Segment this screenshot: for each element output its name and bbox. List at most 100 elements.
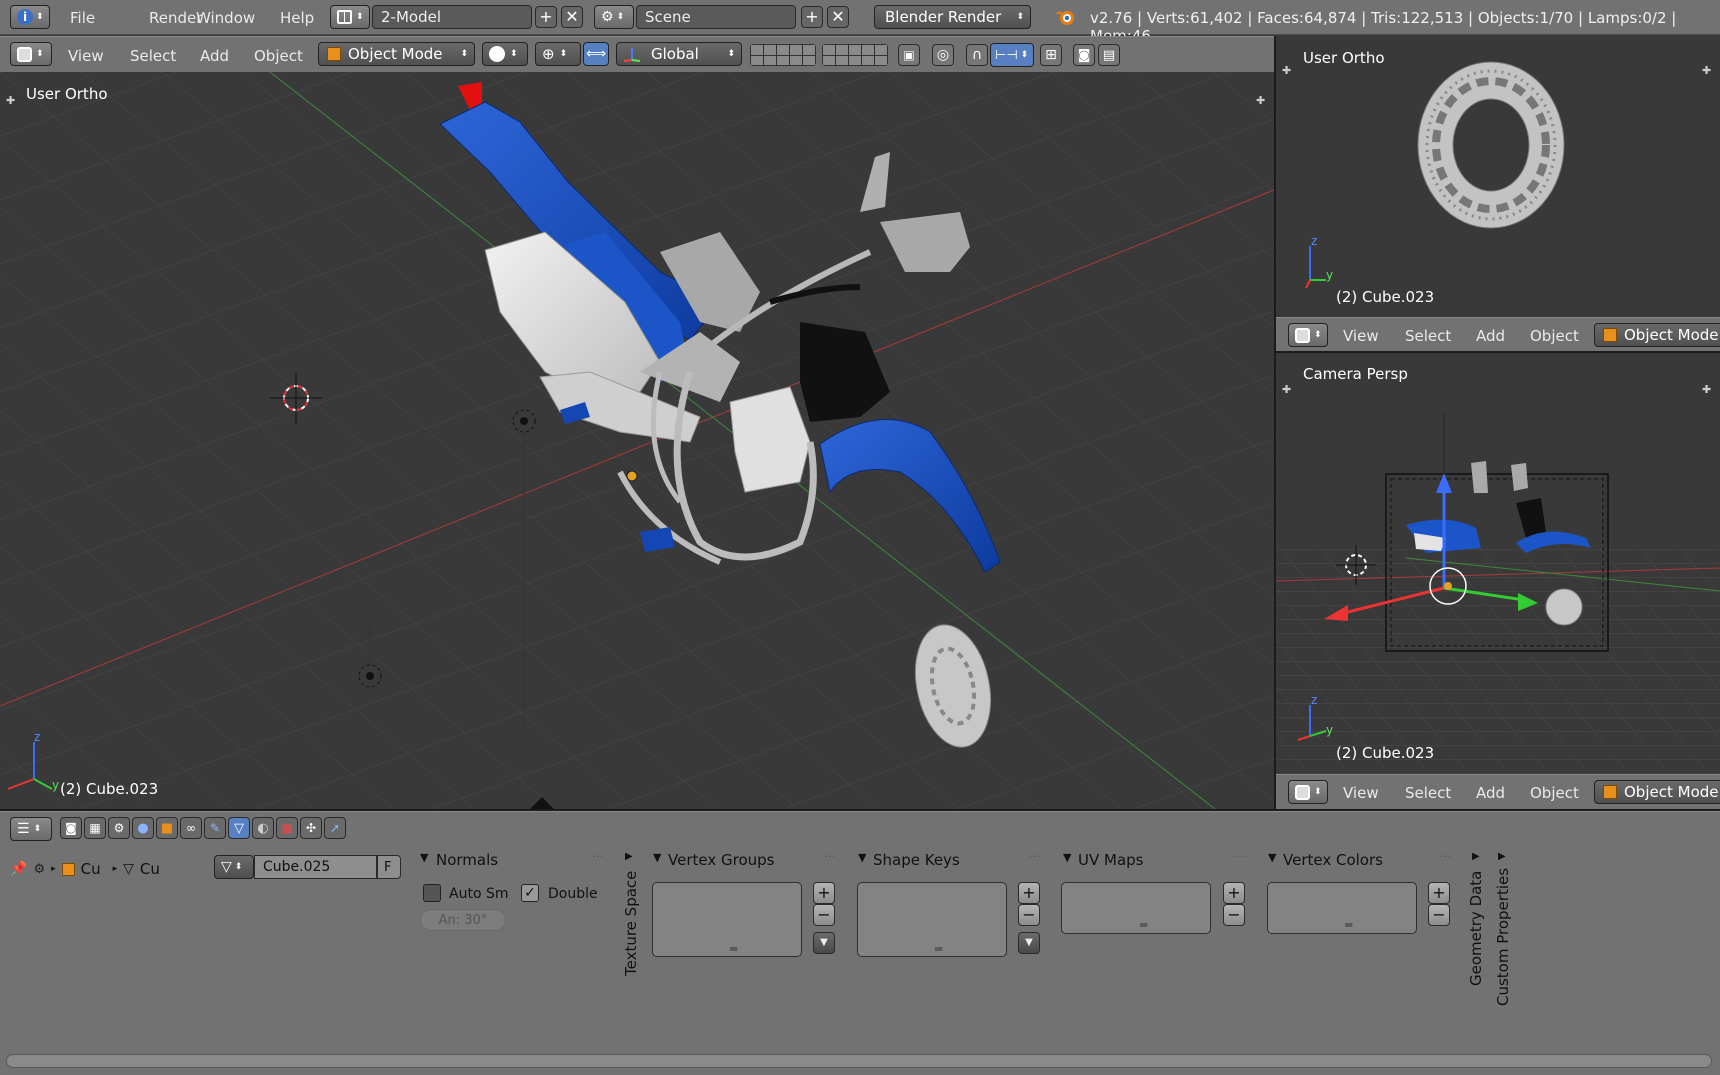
tab-scene[interactable]: ⚙ (108, 817, 130, 839)
viewport-menu-object[interactable]: Object (254, 47, 303, 65)
menu-file[interactable]: File (70, 9, 95, 27)
add-vertex-color-button[interactable]: + (1428, 882, 1450, 904)
panel-expand-icon[interactable]: ▶ (1472, 851, 1480, 862)
panel-collapse-icon[interactable]: ▼ (420, 851, 428, 864)
add-screen-button[interactable]: + (535, 6, 557, 28)
plus-icon[interactable]: ✚ (1256, 94, 1265, 107)
add-shape-key-button[interactable]: + (1018, 882, 1040, 904)
plus-icon[interactable]: ✚ (1282, 64, 1291, 77)
top-right-menu-add[interactable]: Add (1476, 327, 1505, 345)
scene-field[interactable]: Scene (636, 5, 796, 29)
auto-smooth-angle-field[interactable]: An: 30° (420, 909, 506, 931)
shading-dropdown[interactable]: ⬍ (482, 42, 528, 66)
panel-expand-icon[interactable]: ▶ (1498, 851, 1506, 862)
snap-target-button[interactable]: ⊞ (1040, 44, 1062, 66)
editor-type-info-button[interactable]: i ⬍ (10, 5, 50, 29)
remove-scene-button[interactable]: ✕ (827, 6, 849, 28)
orientation-dropdown[interactable]: Global ⬍ (616, 42, 742, 66)
custom-properties-panel-title[interactable]: Custom Properties (1494, 868, 1512, 1006)
remove-shape-key-button[interactable]: − (1018, 904, 1040, 926)
fake-user-button[interactable]: F (377, 855, 401, 879)
top-right-editor-type-button[interactable]: ⬍ (1288, 323, 1328, 347)
vertex-groups-panel-title[interactable]: Vertex Groups (668, 851, 774, 869)
plus-icon[interactable]: ✚ (1702, 383, 1711, 396)
add-vertex-group-button[interactable]: + (813, 882, 835, 904)
shape-keys-list[interactable] (857, 882, 1007, 957)
remove-uv-map-button[interactable]: − (1223, 904, 1245, 926)
drag-handle-icon[interactable]: ⋯ (1234, 849, 1246, 863)
render-animation-button[interactable]: ▤ (1098, 44, 1120, 66)
list-resize-handle-icon[interactable]: ═ (1345, 918, 1352, 932)
auto-smooth-checkbox[interactable] (423, 884, 441, 902)
tab-data[interactable]: ▽ (228, 817, 250, 839)
proportional-edit-button[interactable]: ◎ (932, 44, 954, 66)
tab-physics[interactable]: ➚ (324, 817, 346, 839)
properties-editor-type-button[interactable]: ☰ ⬍ (10, 817, 52, 841)
viewport-menu-view[interactable]: View (68, 47, 104, 65)
list-resize-handle-icon[interactable]: ═ (935, 942, 942, 956)
camera-mode-dropdown[interactable]: Object Mode (1594, 780, 1720, 804)
tab-constraints[interactable]: ∞ (180, 817, 202, 839)
remove-vertex-group-button[interactable]: − (813, 904, 835, 926)
plus-icon[interactable]: ✚ (6, 94, 15, 107)
shape-key-specials-button[interactable]: ▼ (1018, 932, 1040, 954)
tab-world[interactable]: ● (132, 817, 154, 839)
panel-expand-icon[interactable]: ▶ (625, 851, 633, 862)
list-resize-handle-icon[interactable]: ═ (730, 942, 737, 956)
vertex-groups-list[interactable] (652, 882, 802, 957)
snap-toggle-button[interactable]: ∩ (966, 44, 988, 66)
geometry-data-panel-title[interactable]: Geometry Data (1467, 871, 1485, 986)
drag-handle-icon[interactable]: ⋯ (824, 849, 836, 863)
vertex-colors-list[interactable] (1267, 882, 1417, 934)
top-right-menu-select[interactable]: Select (1405, 327, 1451, 345)
render-opengl-button[interactable]: ◙ (1073, 44, 1095, 66)
uv-maps-panel-title[interactable]: UV Maps (1078, 851, 1143, 869)
menu-render[interactable]: Render (149, 9, 202, 27)
mesh-name-field[interactable]: Cube.025 (254, 855, 377, 879)
camera-viewport[interactable]: Camera Persp z y (2) Cube.023 ✚ ✚ (1276, 353, 1720, 774)
top-right-viewport[interactable]: User Ortho z y (2) Cube.023 ✚ ✚ (1276, 36, 1720, 317)
vertex-group-specials-button[interactable]: ▼ (813, 932, 835, 954)
panel-collapse-icon[interactable]: ▼ (858, 851, 866, 864)
normals-panel-title[interactable]: Normals (436, 851, 498, 869)
plus-icon[interactable]: ✚ (1282, 383, 1291, 396)
tab-render-layers[interactable]: ▦ (84, 817, 106, 839)
editor-type-3d-button[interactable]: ⬍ (10, 42, 52, 66)
camera-menu-view[interactable]: View (1343, 784, 1379, 802)
lock-camera-button[interactable]: ▣ (898, 44, 920, 66)
remove-screen-button[interactable]: ✕ (561, 6, 583, 28)
tab-particles[interactable]: ✣ (300, 817, 322, 839)
scene-selector-button[interactable]: ⚙ ⬍ (594, 5, 634, 29)
list-resize-handle-icon[interactable]: ═ (1140, 918, 1147, 932)
top-right-menu-view[interactable]: View (1343, 327, 1379, 345)
panel-collapse-icon[interactable]: ▼ (653, 851, 661, 864)
top-right-menu-object[interactable]: Object (1530, 327, 1579, 345)
layer-buttons-group-b[interactable] (822, 44, 888, 66)
pin-icon[interactable]: 📌 (10, 861, 27, 877)
tab-texture[interactable]: ▩ (276, 817, 298, 839)
drag-handle-icon[interactable]: ⋯ (1029, 849, 1041, 863)
double-sided-checkbox[interactable]: ✓ (521, 884, 539, 902)
layer-buttons-group-a[interactable] (750, 44, 816, 66)
manipulator-toggle[interactable]: ⟺ (583, 42, 609, 66)
add-scene-button[interactable]: + (801, 6, 823, 28)
shape-keys-panel-title[interactable]: Shape Keys (873, 851, 960, 869)
tab-modifiers[interactable]: ✎ (204, 817, 226, 839)
drag-handle-icon[interactable]: ⋯ (1439, 849, 1451, 863)
menu-window[interactable]: Window (196, 9, 255, 27)
render-engine-dropdown[interactable]: Blender Render ⬍ (874, 5, 1031, 29)
camera-editor-type-button[interactable]: ⬍ (1288, 780, 1328, 804)
uv-maps-list[interactable] (1061, 882, 1211, 934)
properties-horizontal-scrollbar[interactable] (6, 1054, 1712, 1068)
pivot-dropdown[interactable]: ⊕ ⬍ (535, 42, 581, 66)
mesh-browse-button[interactable]: ▽ ⬍ (214, 855, 254, 879)
snap-element-dropdown[interactable]: ⊢⊣ ⬍ (990, 43, 1034, 67)
viewport-menu-add[interactable]: Add (200, 47, 229, 65)
panel-collapse-icon[interactable]: ▼ (1268, 851, 1276, 864)
camera-menu-object[interactable]: Object (1530, 784, 1579, 802)
mode-dropdown[interactable]: Object Mode ⬍ (318, 42, 475, 66)
remove-vertex-color-button[interactable]: − (1428, 904, 1450, 926)
vertex-colors-panel-title[interactable]: Vertex Colors (1283, 851, 1383, 869)
main-3d-viewport[interactable]: User Ortho z y (2) Cube.023 ✚ ✚ (0, 72, 1274, 809)
camera-menu-add[interactable]: Add (1476, 784, 1505, 802)
